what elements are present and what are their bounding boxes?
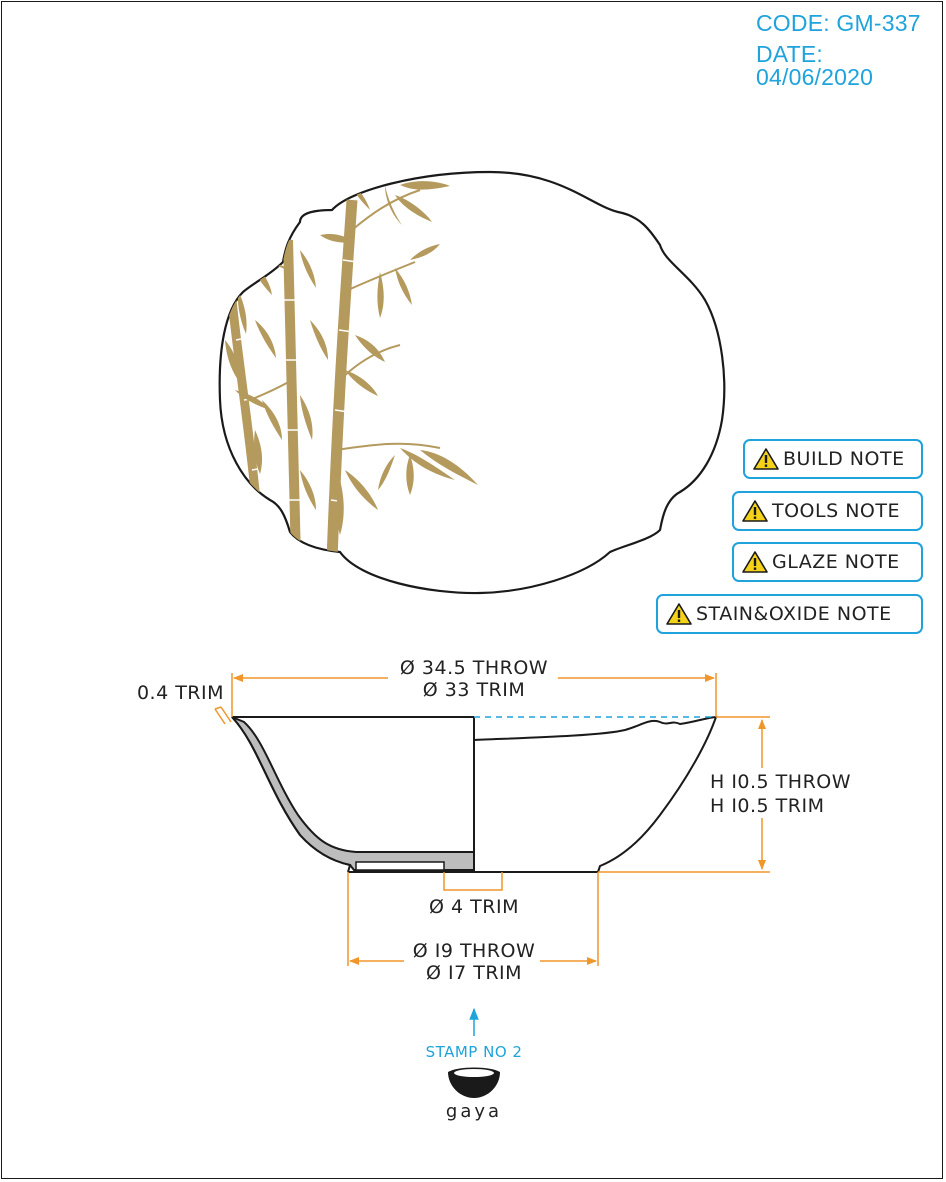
foot-inner-label: Ø 4 TRIM (429, 896, 519, 918)
rim-throw-label: Ø 34.5 THROW (400, 657, 548, 679)
height-throw-label: H I0.5 THROW (710, 771, 851, 793)
wall-trim-label: 0.4 TRIM (137, 682, 224, 704)
glaze-note-label: GLAZE NOTE (772, 551, 900, 573)
foot-throw-label: Ø I9 THROW (413, 940, 536, 962)
stamp-label: STAMP NO 2 (426, 1043, 523, 1061)
warning-icon (666, 603, 692, 625)
foot-trim-label: Ø I7 TRIM (426, 962, 522, 984)
warning-icon (753, 448, 779, 470)
tools-note-button[interactable]: TOOLS NOTE (732, 491, 923, 531)
build-note-label: BUILD NOTE (783, 448, 905, 470)
gaya-logo: gaya (446, 1067, 502, 1122)
warning-icon (742, 551, 768, 573)
stain-oxide-note-button[interactable]: STAIN&OXIDE NOTE (656, 594, 923, 634)
warning-icon (742, 500, 768, 522)
bowl-section-view (231, 715, 718, 873)
stain-oxide-note-label: STAIN&OXIDE NOTE (696, 603, 892, 625)
plate-top-view (218, 170, 726, 595)
height-trim-label: H I0.5 TRIM (710, 795, 825, 817)
build-note-button[interactable]: BUILD NOTE (743, 439, 923, 479)
glaze-note-button[interactable]: GLAZE NOTE (732, 542, 923, 582)
technical-drawing: Ø 34.5 THROW Ø 33 TRIM 0.4 TRIM H I0.5 T… (137, 170, 851, 1122)
logo-wordmark: gaya (446, 1101, 502, 1122)
stamp-indicator: STAMP NO 2 (426, 1007, 523, 1061)
rim-trim-label: Ø 33 TRIM (423, 679, 526, 701)
tools-note-label: TOOLS NOTE (772, 500, 900, 522)
